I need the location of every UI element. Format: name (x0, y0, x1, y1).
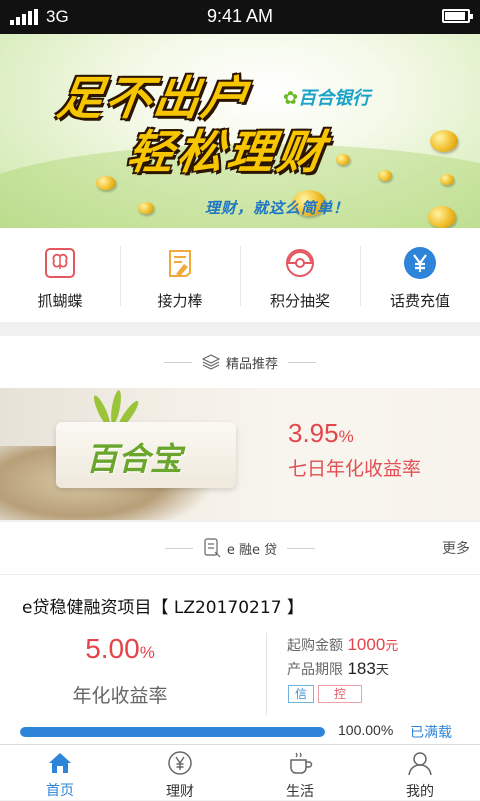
featured-section-title: 精品推荐 (225, 356, 278, 372)
document-icon (203, 538, 221, 558)
loan-title: e贷稳健融资项目【 LZ20170217 】 (22, 598, 304, 618)
tab-label: 生活 (286, 784, 314, 800)
coin-decoration (440, 174, 454, 185)
status-bar: 3G 9:41 AM (0, 0, 480, 34)
coin-decoration (96, 176, 116, 190)
status-time: 9:41 AM (206, 6, 274, 26)
coin-decoration (428, 206, 456, 228)
home-icon (47, 750, 73, 775)
featured-section-header: 精品推荐 (0, 336, 480, 388)
baihebao-logo: 百合宝 (86, 440, 183, 478)
quick-action-label: 接力棒 (157, 292, 203, 310)
eloan-section-title: e 融e 贷 (226, 542, 278, 558)
tab-wealth[interactable]: 理财 (120, 745, 240, 800)
credit-tag: 信 (288, 685, 314, 703)
tab-label: 我的 (406, 784, 434, 800)
yen-circle-icon (403, 246, 437, 280)
promo-banner[interactable]: 足不出户 ✿百合银行 轻松理财 理财，就这么简单！ (0, 34, 480, 228)
coin-decoration (430, 130, 458, 152)
divider (266, 633, 267, 715)
lottery-icon (283, 246, 317, 280)
promo-rate: 3.95% (288, 418, 354, 448)
banner-slogan: 理财，就这么简单！ (205, 199, 350, 217)
battery-icon (442, 9, 473, 23)
yen-circle-icon (167, 750, 193, 776)
funding-progress-text: 100.00% (338, 722, 394, 738)
tab-home[interactable]: 首页 (0, 745, 120, 800)
quick-action-label: 抓蝴蝶 (37, 292, 83, 310)
bottom-tab-bar: 首页 理财 生活 我的 (0, 744, 480, 800)
quick-action-catch-butterfly[interactable]: 抓蝴蝶 (0, 228, 120, 322)
quick-action-label: 话费充值 (389, 292, 450, 310)
loan-rate: 5.00% (85, 633, 155, 664)
loan-product-card[interactable]: e贷稳健融资项目【 LZ20170217 】 5.00% 年化收益率 起购金额 … (0, 574, 480, 746)
layers-icon (201, 354, 220, 370)
loan-rate-label: 年化收益率 (72, 685, 168, 707)
min-amount-row: 起购金额 1000元 (287, 635, 399, 654)
eloan-section-header: e 融e 贷 更多 (0, 522, 480, 574)
bank-logo: ✿百合银行 (283, 88, 371, 109)
broom-icon (163, 246, 197, 280)
quick-action-points-lottery[interactable]: 积分抽奖 (240, 228, 360, 322)
tab-mine[interactable]: 我的 (360, 745, 480, 800)
coffee-cup-icon (287, 750, 313, 776)
fully-subscribed-label: 已满载 (410, 725, 452, 741)
quick-action-label: 积分抽奖 (269, 292, 330, 310)
tab-label: 首页 (46, 783, 74, 799)
tab-label: 理财 (166, 784, 194, 800)
butterfly-icon (43, 246, 77, 280)
quick-action-phone-topup[interactable]: 话费充值 (360, 228, 480, 322)
coin-decoration (336, 154, 350, 165)
coin-decoration (378, 170, 392, 181)
user-icon (407, 750, 433, 776)
promo-rate-label: 七日年化收益率 (288, 458, 422, 480)
tab-life[interactable]: 生活 (240, 745, 360, 800)
lily-logo-icon: ✿ (283, 88, 299, 109)
quick-actions: 抓蝴蝶 接力棒 积分抽奖 话费充值 (0, 228, 480, 322)
funding-progress-bar (20, 727, 325, 737)
quick-action-relay-baton[interactable]: 接力棒 (120, 228, 240, 322)
coin-decoration (138, 202, 154, 214)
more-link[interactable]: 更多 (442, 538, 470, 558)
term-row: 产品期限 183天 (287, 659, 389, 678)
baihebao-promo-card[interactable]: 百合宝 3.95% 七日年化收益率 (0, 388, 480, 520)
banner-title-line2: 轻松理财 (123, 125, 332, 179)
control-tag: 控 (318, 685, 362, 703)
